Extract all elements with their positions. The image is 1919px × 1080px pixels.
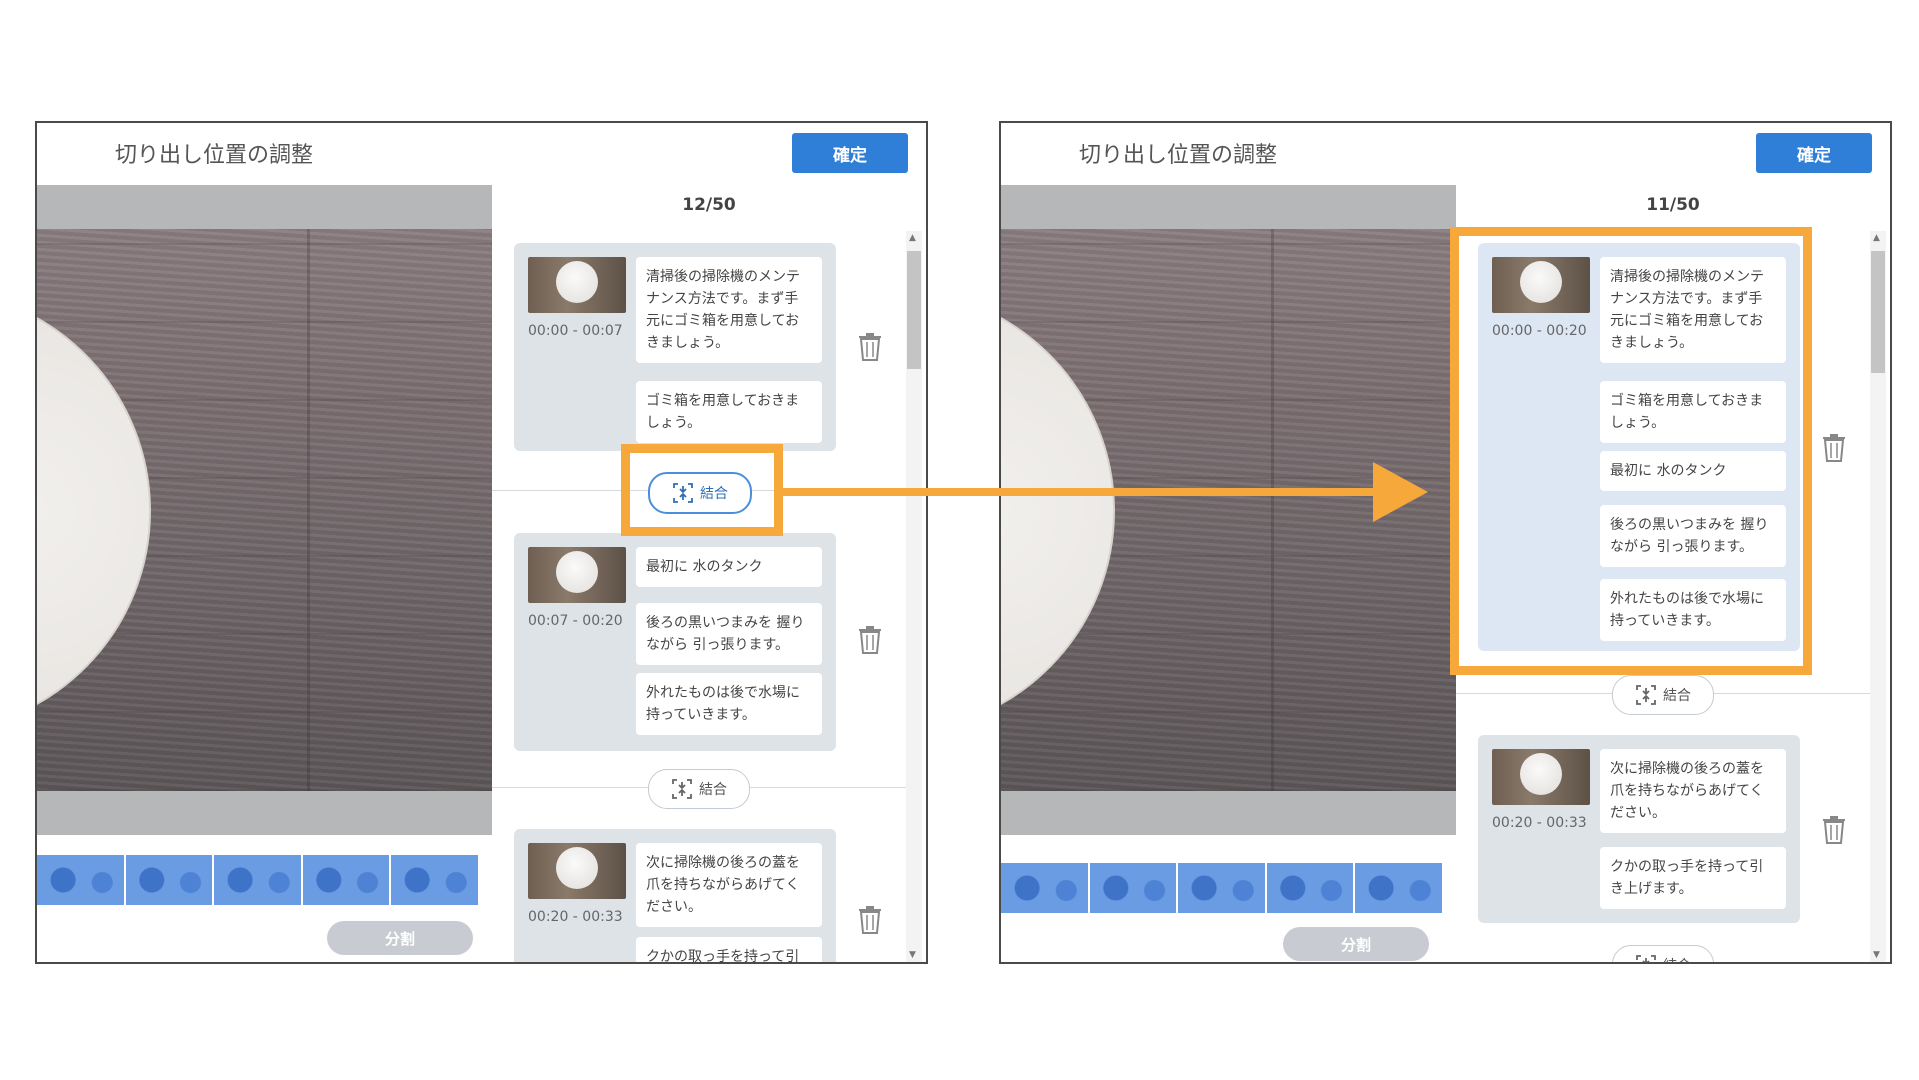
page-title: 切り出し位置の調整	[115, 143, 314, 168]
header: 切り出し位置の調整 確定	[1001, 123, 1890, 185]
before-panel: 切り出し位置の調整 確定 分割 12/50 00:00 - 00:07 清掃後の…	[35, 121, 928, 964]
confirm-button[interactable]: 確定	[792, 133, 908, 173]
video-preview[interactable]	[37, 185, 492, 835]
segment-time: 00:07 - 00:20	[528, 613, 623, 629]
film-frame	[302, 855, 392, 905]
trash-icon[interactable]	[857, 332, 883, 362]
caption-text[interactable]: 次に掃除機の後ろの蓋を爪を持ちながらあげてください。	[1600, 749, 1786, 833]
robot-thumb-image	[556, 261, 598, 303]
scrollbar[interactable]: ▲ ▼	[1870, 231, 1886, 962]
trash-icon[interactable]	[857, 905, 883, 935]
video-area: 分割	[1001, 185, 1456, 962]
segment-card[interactable]: 00:07 - 00:20 最初に 水のタンク 後ろの黒いつまみを 握りながら …	[514, 533, 836, 751]
film-frame	[1178, 863, 1267, 913]
film-frame	[1001, 863, 1090, 913]
split-button[interactable]: 分割	[327, 921, 473, 955]
segment-card[interactable]: 00:00 - 00:07 清掃後の掃除機のメンテナンス方法です。まず手元にゴミ…	[514, 243, 836, 451]
segment-counter: 12/50	[682, 195, 736, 215]
caption-text[interactable]: 次に掃除機の後ろの蓋を爪を持ちながらあげてください。	[636, 843, 822, 927]
segment-time: 00:00 - 00:07	[528, 323, 623, 339]
segment-list: 12/50 00:00 - 00:07 清掃後の掃除機のメンテナンス方法です。ま…	[492, 185, 926, 962]
arrow-shaft	[783, 488, 1373, 496]
merge-button[interactable]: 結合	[1612, 945, 1714, 962]
merge-highlight-box	[621, 444, 783, 536]
merge-button[interactable]: 結合	[1612, 675, 1714, 715]
video-frame-image	[37, 229, 492, 791]
caption-text[interactable]: ゴミ箱を用意しておきましょう。	[636, 381, 822, 443]
page-title: 切り出し位置の調整	[1079, 143, 1278, 168]
caption-text[interactable]: クかの取っ手を持って引	[636, 937, 822, 962]
caption-text[interactable]: 後ろの黒いつまみを 握りながら 引っ張ります。	[636, 603, 822, 665]
segment-card[interactable]: 00:20 - 00:33 次に掃除機の後ろの蓋を爪を持ちながらあげてください。…	[514, 829, 836, 962]
video-area: 分割	[37, 185, 492, 962]
segment-counter: 11/50	[1646, 195, 1700, 215]
film-frame	[125, 855, 215, 905]
caption-text[interactable]: クかの取っ手を持って引き上げます。	[1600, 847, 1786, 909]
film-frame	[37, 855, 126, 905]
scroll-up-icon[interactable]: ▲	[1873, 233, 1880, 243]
segment-time: 00:20 - 00:33	[528, 909, 623, 925]
merge-label: 結合	[1663, 688, 1691, 704]
scroll-thumb[interactable]	[907, 251, 921, 369]
scroll-up-icon[interactable]: ▲	[909, 233, 916, 243]
robot-vacuum-image	[37, 289, 151, 733]
scroll-down-icon[interactable]: ▼	[1873, 950, 1880, 960]
film-frame	[1355, 863, 1444, 913]
scroll-down-icon[interactable]: ▼	[909, 950, 916, 960]
film-frame	[391, 855, 480, 905]
merge-button[interactable]: 結合	[648, 769, 750, 809]
segment-thumbnail	[528, 843, 626, 899]
merge-icon	[672, 779, 692, 799]
merge-icon	[1636, 955, 1656, 962]
robot-vacuum-image	[1001, 289, 1115, 733]
arrow-right-icon	[1373, 462, 1428, 522]
trash-icon[interactable]	[857, 625, 883, 655]
trash-icon[interactable]	[1821, 815, 1847, 845]
confirm-button[interactable]: 確定	[1756, 133, 1872, 173]
trash-icon[interactable]	[1821, 433, 1847, 463]
caption-text[interactable]: 最初に 水のタンク	[636, 547, 822, 587]
film-frame	[214, 855, 303, 905]
scroll-thumb[interactable]	[1871, 251, 1885, 373]
filmstrip-timeline[interactable]	[1001, 863, 1444, 913]
segment-thumbnail	[528, 547, 626, 603]
header: 切り出し位置の調整 確定	[37, 123, 926, 185]
robot-thumb-image	[556, 847, 598, 889]
film-frame	[1266, 863, 1356, 913]
filmstrip-timeline[interactable]	[37, 855, 480, 905]
merge-label: 結合	[1663, 955, 1691, 962]
segment-time: 00:20 - 00:33	[1492, 815, 1587, 831]
caption-text[interactable]: 清掃後の掃除機のメンテナンス方法です。まず手元にゴミ箱を用意しておきましょう。	[636, 257, 822, 363]
film-frame	[1089, 863, 1179, 913]
split-button[interactable]: 分割	[1283, 927, 1429, 961]
segment-card[interactable]: 00:20 - 00:33 次に掃除機の後ろの蓋を爪を持ちながらあげてください。…	[1478, 735, 1800, 923]
merge-icon	[1636, 685, 1656, 705]
merge-label: 結合	[699, 782, 727, 798]
segment-thumbnail	[1492, 749, 1590, 805]
scrollbar[interactable]: ▲ ▼	[906, 231, 922, 962]
robot-thumb-image	[556, 551, 598, 593]
caption-text[interactable]: 外れたものは後で水場に持っていきます。	[636, 673, 822, 735]
merged-card-highlight-box	[1450, 227, 1812, 675]
robot-thumb-image	[1520, 753, 1562, 795]
segment-thumbnail	[528, 257, 626, 313]
